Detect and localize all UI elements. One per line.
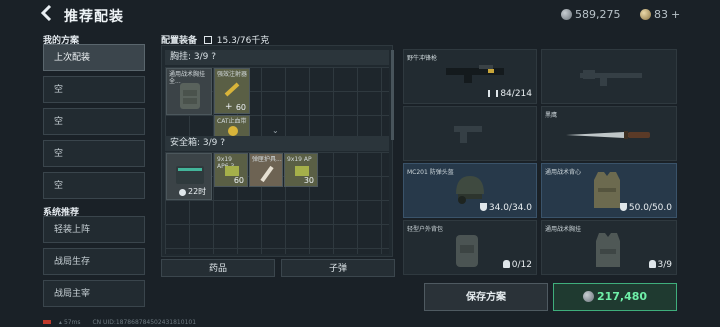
plus-icon: + bbox=[225, 102, 233, 112]
ammo-item-1[interactable]: 9x19 AP6.3 60 bbox=[214, 153, 248, 187]
backpack-slot[interactable]: 轻型户外背包 0/12 bbox=[403, 220, 537, 275]
plan-slot-4[interactable]: 空 bbox=[43, 140, 145, 167]
pistol-slot[interactable] bbox=[403, 106, 537, 161]
secondary-weapon-slot[interactable] bbox=[541, 49, 677, 104]
plan-slot-1[interactable]: 上次配装 bbox=[43, 44, 145, 71]
timer-icon bbox=[179, 189, 186, 196]
system-plan-light[interactable]: 轻装上阵 bbox=[43, 216, 145, 243]
armor-durability: 50.0/50.0 bbox=[619, 203, 672, 213]
melee-slot[interactable]: 黑鹰 bbox=[541, 106, 677, 161]
plan-slot-2[interactable]: 空 bbox=[43, 76, 145, 103]
bag-icon bbox=[648, 260, 656, 268]
medical-item[interactable]: 弹匣护具... bbox=[249, 153, 283, 187]
buy-price-button[interactable]: 217,480 bbox=[553, 283, 677, 311]
bag-icon bbox=[502, 260, 510, 268]
silver-coin-icon bbox=[561, 9, 572, 20]
medicine-tab[interactable]: 药品 bbox=[161, 259, 275, 277]
tourniquet-item[interactable]: CAT止血带 bbox=[214, 115, 250, 137]
chest-rig-item[interactable]: 通用战术胸挂 全... bbox=[166, 68, 212, 115]
battery-icon bbox=[43, 320, 51, 324]
shield-icon bbox=[619, 203, 627, 211]
save-plan-button[interactable]: 保存方案 bbox=[424, 283, 548, 311]
safe-box-header: 安全箱: 3/9 ? bbox=[165, 136, 389, 151]
inventory-panel: 胸挂: 3/9 ? 通用战术胸挂 全... 强效注射器 + 60 CAT止血带 … bbox=[161, 45, 393, 257]
system-plan-survival[interactable]: 战局生存 bbox=[43, 248, 145, 275]
wifi-icon: ▴ bbox=[58, 319, 62, 326]
page-title: 推荐配装 bbox=[64, 9, 124, 25]
backpack-capacity: 0/12 bbox=[502, 260, 532, 270]
scrollbar[interactable] bbox=[391, 50, 394, 140]
gold-coin-icon bbox=[640, 9, 651, 20]
ammo-tab[interactable]: 子弹 bbox=[281, 259, 395, 277]
plan-slot-3[interactable]: 空 bbox=[43, 108, 145, 135]
silver-coin-icon bbox=[582, 291, 594, 302]
safe-box-case: 22时 bbox=[166, 153, 212, 200]
system-plan-dominate[interactable]: 战局主宰 bbox=[43, 280, 145, 307]
currency-silver: 589,275 bbox=[561, 8, 621, 21]
plan-slot-5[interactable]: 空 bbox=[43, 172, 145, 199]
chest-rig-slot[interactable]: 通用战术胸挂 3/9 bbox=[541, 220, 677, 275]
footer-status: ▴ 57ms CN UID:187868784502431810101 bbox=[43, 319, 196, 326]
chest-rig-header: 胸挂: 3/9 ? bbox=[165, 50, 389, 65]
shield-icon bbox=[479, 203, 487, 211]
helmet-slot[interactable]: MC201 防弹头盔 34.0/34.0 bbox=[403, 163, 537, 218]
expand-chevron-icon[interactable]: ⌄ bbox=[272, 126, 279, 135]
helmet-durability: 34.0/34.0 bbox=[479, 203, 532, 213]
chest-rig-capacity: 3/9 bbox=[648, 260, 672, 270]
weight-lock-icon bbox=[203, 36, 212, 44]
ammo-icon bbox=[488, 90, 499, 97]
primary-weapon-slot[interactable]: 野牛冲锋枪 84/214 bbox=[403, 49, 537, 104]
injector-item[interactable]: 强效注射器 + 60 bbox=[214, 68, 250, 114]
armor-slot[interactable]: 通用战术背心 50.0/50.0 bbox=[541, 163, 677, 218]
currency-gold[interactable]: 83 + bbox=[640, 8, 680, 21]
ammo-count: 84/214 bbox=[488, 89, 532, 99]
ammo-item-2[interactable]: 9x19 AP 30 bbox=[284, 153, 318, 187]
back-arrow-icon[interactable] bbox=[40, 4, 54, 22]
